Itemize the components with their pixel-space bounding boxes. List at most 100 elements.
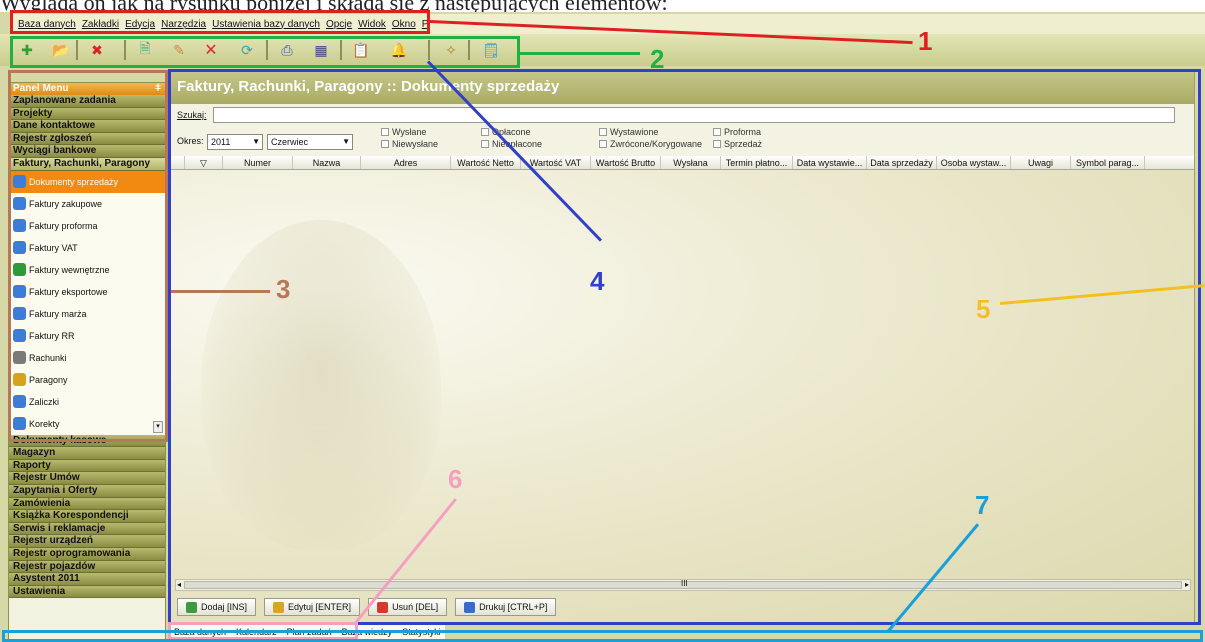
checkbox-box[interactable] <box>381 128 389 136</box>
sidebar-group-dokumenty-kasowe[interactable]: Dokumenty kasowe <box>9 434 165 448</box>
sidebar-group-wyciagi-bankowe[interactable]: Wyciągi bankowe <box>9 145 165 158</box>
menu-item-widok[interactable]: Widok <box>358 19 386 30</box>
column-header[interactable] <box>171 156 185 169</box>
sidebar-item-paragony[interactable]: Paragony <box>9 369 165 391</box>
checkbox-zwrocone-korygowane[interactable]: Zwrócone/Korygowane <box>599 139 702 149</box>
sidebar-group-dane-kontaktowe[interactable]: Dane kontaktowe <box>9 120 165 133</box>
sidebar-item-korekty[interactable]: Korekty <box>9 413 165 435</box>
sidebar-group-projekty[interactable]: Projekty <box>9 107 165 121</box>
column-header[interactable]: Wartość Brutto <box>591 156 661 169</box>
checkbox-wystawione[interactable]: Wystawione <box>599 127 658 137</box>
edit-document-icon[interactable]: ✎ <box>168 39 190 61</box>
sidebar-item-faktury-marza[interactable]: Faktury marża <box>9 303 165 325</box>
column-header[interactable]: Wysłana <box>661 156 721 169</box>
sidebar-group-rejestr-pojazdow[interactable]: Rejestr pojazdów <box>9 560 165 574</box>
tab-statystyki[interactable]: Statystyki <box>402 627 441 637</box>
calculator-icon[interactable]: ▦ <box>310 39 332 61</box>
sidebar-group-magazyn[interactable]: Magazyn <box>9 447 165 460</box>
open-folder-icon[interactable]: 📂 <box>50 39 72 61</box>
column-header[interactable]: Adres <box>361 156 451 169</box>
sidebar-group-invoices[interactable]: Faktury, Rachunki, Paragony <box>9 157 165 171</box>
year-select[interactable]: 2011 ▼ <box>207 134 263 150</box>
sidebar-item-zaliczki[interactable]: Zaliczki <box>9 391 165 413</box>
column-header[interactable]: ▽ <box>185 156 223 169</box>
checkbox-box[interactable] <box>481 140 489 148</box>
bell-icon[interactable]: 🔔 <box>388 39 410 61</box>
sidebar-group-ksiazka-korespondencji[interactable]: Książka Korespondencji <box>9 510 165 523</box>
menu-item-baza-danych[interactable]: Baza danych <box>18 19 76 30</box>
menu-item-okno[interactable]: Okno <box>392 19 416 30</box>
menu-item-opcje[interactable]: Opcje <box>326 19 352 30</box>
sidebar-group-serwis-i-reklamacje[interactable]: Serwis i reklamacje <box>9 522 165 536</box>
column-header[interactable]: Osoba wystaw... <box>937 156 1011 169</box>
sidebar-item-rachunki[interactable]: Rachunki <box>9 347 165 369</box>
column-header[interactable]: Nazwa <box>293 156 361 169</box>
sidebar-item-faktury-eksportowe[interactable]: Faktury eksportowe <box>9 281 165 303</box>
sidebar-item-faktury-rr[interactable]: Faktury RR <box>9 325 165 347</box>
button-label: Edytuj [ENTER] <box>288 602 352 612</box>
annotation-line-2 <box>520 52 640 55</box>
drukuj-button[interactable]: Drukuj [CTRL+P] <box>455 598 557 616</box>
checkbox-box[interactable] <box>481 128 489 136</box>
checkbox-box[interactable] <box>713 128 721 136</box>
checkbox-proforma[interactable]: Proforma <box>713 127 761 137</box>
checkbox-box[interactable] <box>599 128 607 136</box>
checkbox-wyslane[interactable]: Wysłane <box>381 127 426 137</box>
tab-kalendarz[interactable]: Kalendarz <box>236 627 277 637</box>
horizontal-scrollbar[interactable]: ◂ III ▸ <box>175 579 1191 591</box>
column-header[interactable]: Symbol parag... <box>1071 156 1145 169</box>
new-document-icon[interactable]: 🗎 <box>134 39 156 61</box>
checkbox-box[interactable] <box>599 140 607 148</box>
menu-item-zakladki[interactable]: Zakładki <box>82 19 119 30</box>
tab-baza-wiedzy[interactable]: Baza wiedzy <box>342 627 393 637</box>
tab-baza-danych[interactable]: Baza danych <box>174 627 226 637</box>
refresh-icon[interactable]: ⟳ <box>236 39 258 61</box>
scroll-left-icon[interactable]: ◂ <box>177 580 181 589</box>
checkbox-oplacone[interactable]: Opłacone <box>481 127 531 137</box>
search-input[interactable] <box>212 107 1175 123</box>
menu-item-edycja[interactable]: Edycja <box>125 19 155 30</box>
sidebar-group-zamowienia[interactable]: Zamówienia <box>9 497 165 511</box>
sidebar-group-rejestr-zgloszen[interactable]: Rejestr zgłoszeń <box>9 132 165 146</box>
sidebar-item-dokumenty-sprzedazy[interactable]: Dokumenty sprzedaży <box>9 170 165 193</box>
sidebar-item-faktury-vat[interactable]: Faktury VAT <box>9 237 165 259</box>
delete-icon[interactable]: ✖ <box>86 39 108 61</box>
column-header[interactable]: Data sprzedaży <box>867 156 937 169</box>
sidebar-item-faktury-wewnetrzne[interactable]: Faktury wewnętrzne <box>9 259 165 281</box>
checkbox-box[interactable] <box>713 140 721 148</box>
delete-document-icon[interactable]: 🗙 <box>200 39 222 61</box>
column-header[interactable]: Data wystawie... <box>793 156 867 169</box>
sidebar-group-ustawienia[interactable]: Ustawienia <box>9 585 165 599</box>
sidebar-group-rejestr-umow[interactable]: Rejestr Umów <box>9 472 165 485</box>
column-header[interactable]: Uwagi <box>1011 156 1071 169</box>
checkbox-sprzedaz[interactable]: Sprzedaż <box>713 139 762 149</box>
help-icon[interactable]: ✧ <box>440 39 462 61</box>
tab-plan-zadan[interactable]: Plan zadań <box>287 627 332 637</box>
usun-button[interactable]: Usuń [DEL] <box>368 598 448 616</box>
sidebar-item-faktury-zakupowe[interactable]: Faktury zakupowe <box>9 193 165 215</box>
sidebar-group-raporty[interactable]: Raporty <box>9 459 165 473</box>
sidebar-group-zapytania-i-oferty[interactable]: Zapytania i Oferty <box>9 484 165 498</box>
dodaj-button[interactable]: Dodaj [INS] <box>177 598 257 616</box>
checkbox-niewyslane[interactable]: Niewysłane <box>381 139 438 149</box>
sidebar-group-rejestr-urzadzen[interactable]: Rejestr urządzeń <box>9 535 165 548</box>
add-icon[interactable]: ✚ <box>16 39 38 61</box>
menu-item-ustawienia-bazy-danych[interactable]: Ustawienia bazy danych <box>212 19 320 30</box>
sidebar-group-zaplanowane-zadania[interactable]: Zaplanowane zadania <box>9 95 165 108</box>
menu-item-narzedzia[interactable]: Narzędzia <box>161 19 206 30</box>
print-icon[interactable]: ⎙ <box>276 39 298 61</box>
column-header[interactable]: Termin płatno... <box>721 156 793 169</box>
month-select[interactable]: Czerwiec ▼ <box>267 134 353 150</box>
edytuj-button[interactable]: Edytuj [ENTER] <box>264 598 361 616</box>
pin-icon[interactable]: ǂ <box>155 83 161 95</box>
scroll-right-icon[interactable]: ▸ <box>1185 580 1189 589</box>
column-header[interactable]: Numer <box>223 156 293 169</box>
checkbox-box[interactable] <box>381 140 389 148</box>
column-header[interactable]: Wartość Netto <box>451 156 521 169</box>
notes-icon[interactable]: 🗒 <box>480 39 502 61</box>
scroll-down-icon[interactable]: ▾ <box>153 420 163 433</box>
clipboard-icon[interactable]: 📋 <box>350 39 372 61</box>
sidebar-group-rejestr-oprogramowania[interactable]: Rejestr oprogramowania <box>9 547 165 561</box>
sidebar-item-faktury-proforma[interactable]: Faktury proforma <box>9 215 165 237</box>
sidebar-group-asystent-2011[interactable]: Asystent 2011 <box>9 573 165 586</box>
